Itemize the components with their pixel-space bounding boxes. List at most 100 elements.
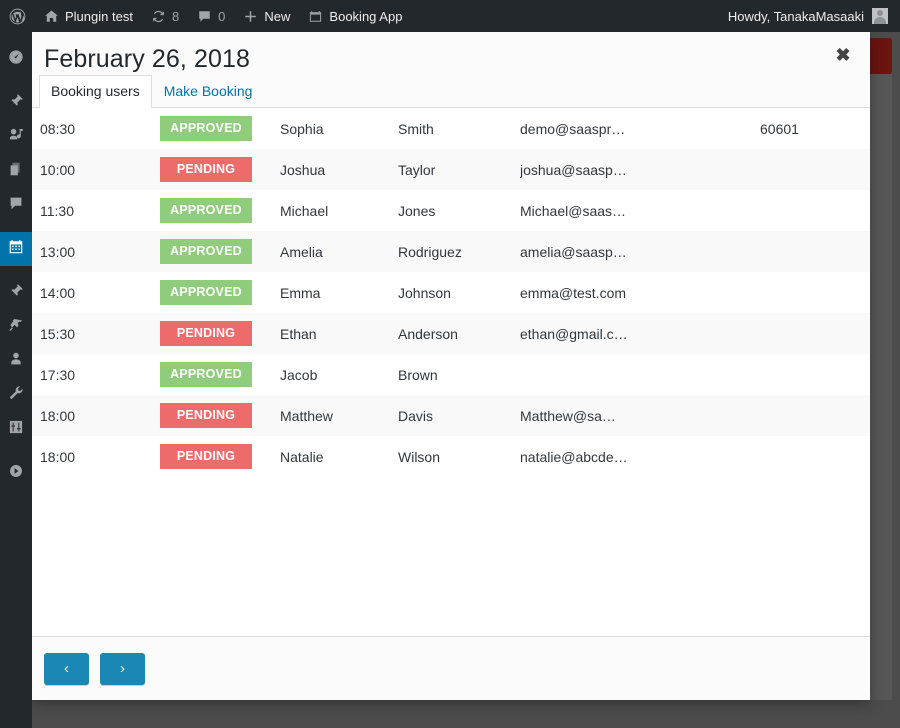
cell-zip — [760, 313, 870, 354]
table-row[interactable]: 13:00 APPROVED Amelia Rodriguez amelia@saasp… — [30, 231, 870, 272]
cell-zip: 60601 — [760, 120, 799, 137]
status-badge: APPROVED — [160, 280, 252, 305]
status-badge: APPROVED — [160, 116, 252, 141]
cell-email: joshua@saasp… — [520, 161, 627, 178]
updates-menu[interactable]: 8 — [142, 0, 188, 32]
booking-modal: February 26, 2018 ✖ Booking users Make B… — [30, 32, 870, 700]
table-row[interactable]: 18:00 PENDING Natalie Wilson natalie@abcde… — [30, 436, 870, 477]
cell-email: Michael@saas… — [520, 202, 627, 219]
updates-icon — [151, 9, 166, 24]
comments-count: 0 — [218, 8, 226, 24]
status-badge: PENDING — [160, 403, 252, 428]
cell-zip — [760, 395, 870, 436]
cell-time: 08:30 — [40, 120, 76, 137]
cell-email: ethan@gmail.c… — [520, 325, 628, 342]
plus-icon — [243, 9, 258, 24]
cell-last-name: Rodriguez — [398, 243, 462, 260]
calendar-icon — [308, 9, 323, 24]
cell-status: APPROVED — [160, 231, 280, 272]
cell-last-name: Brown — [398, 366, 438, 383]
close-icon[interactable]: ✖ — [831, 43, 855, 67]
cell-zip — [760, 272, 870, 313]
cell-time: 15:30 — [40, 325, 76, 342]
table-row[interactable]: 14:00 APPROVED Emma Johnson emma@test.com — [30, 272, 870, 313]
modal-footer: ‹ › — [30, 636, 870, 700]
wordpress-logo-icon — [9, 8, 26, 25]
cell-status: PENDING — [160, 436, 280, 477]
cell-last-name: Taylor — [398, 161, 436, 178]
settings-sliders-icon — [7, 418, 25, 441]
cell-time: 18:00 — [40, 407, 76, 424]
comments-menu[interactable]: 0 — [188, 0, 234, 32]
status-badge: PENDING — [160, 321, 252, 346]
status-badge: PENDING — [160, 444, 252, 469]
cell-first-name: Jacob — [280, 366, 318, 383]
table-row[interactable]: 11:30 APPROVED Michael Jones Michael@saas… — [30, 190, 870, 231]
sidebar-item-tools[interactable] — [0, 378, 32, 412]
cell-last-name: Smith — [398, 120, 434, 137]
status-badge: PENDING — [160, 157, 252, 182]
cell-status: PENDING — [160, 149, 280, 190]
appearance-brush-icon — [7, 282, 25, 305]
sidebar-item-media[interactable] — [0, 120, 32, 154]
site-name-menu[interactable]: Plungin test — [35, 0, 142, 32]
cell-status: PENDING — [160, 313, 280, 354]
cell-status: APPROVED — [160, 190, 280, 231]
cell-status: APPROVED — [160, 354, 280, 395]
next-day-button[interactable]: › — [100, 652, 145, 685]
users-icon — [7, 350, 25, 373]
previous-day-button[interactable]: ‹ — [44, 652, 89, 685]
table-row[interactable]: 15:30 PENDING Ethan Anderson ethan@gmail.c… — [30, 313, 870, 354]
tab-booking-users[interactable]: Booking users — [39, 75, 152, 109]
plugins-plug-icon — [7, 316, 25, 339]
tools-wrench-icon — [7, 384, 25, 407]
table-body: 08:30 APPROVED Sophia Smith demo@saaspr… 6060… — [30, 108, 870, 477]
site-name-label: Plungin test — [65, 8, 133, 24]
sidebar-item-dashboard[interactable] — [0, 42, 32, 76]
cell-time: 11:30 — [40, 202, 74, 219]
page-backdrop: Plungin test 8 0 New Booking App Howdy, … — [0, 0, 900, 728]
cell-last-name: Davis — [398, 407, 434, 424]
table-row[interactable]: 17:30 APPROVED Jacob Brown — [30, 354, 870, 395]
table-row[interactable]: 08:30 APPROVED Sophia Smith demo@saaspr… 6060… — [30, 108, 870, 149]
comments-icon — [197, 9, 212, 24]
booking-users-table: 08:30 APPROVED Sophia Smith demo@saaspr… 6060… — [30, 108, 870, 477]
new-content-label: New — [264, 8, 291, 24]
cell-last-name: Anderson — [398, 325, 458, 342]
sidebar-item-users[interactable] — [0, 344, 32, 378]
cell-first-name: Joshua — [280, 161, 326, 178]
account-menu[interactable]: Howdy, TanakaMasaaki — [728, 8, 900, 24]
tab-make-booking[interactable]: Make Booking — [152, 75, 265, 108]
cell-time: 13:00 — [40, 243, 76, 260]
home-icon — [44, 9, 59, 24]
cell-status: PENDING — [160, 395, 280, 436]
sidebar-item-posts[interactable] — [0, 86, 32, 120]
table-row[interactable]: 18:00 PENDING Matthew Davis Matthew@sa… — [30, 395, 870, 436]
account-greeting: Howdy, TanakaMasaaki — [727, 8, 864, 24]
cell-first-name: Natalie — [280, 448, 324, 465]
sidebar-item-pages[interactable] — [0, 154, 32, 188]
status-badge: APPROVED — [160, 362, 252, 387]
booking-app-menu[interactable]: Booking App — [299, 0, 411, 32]
sidebar-item-appearance[interactable] — [0, 276, 32, 310]
collapse-play-icon — [7, 462, 25, 485]
wordpress-logo-menu[interactable] — [0, 0, 35, 32]
cell-first-name: Emma — [280, 284, 321, 301]
new-content-menu[interactable]: New — [234, 0, 299, 32]
table-row[interactable]: 10:00 PENDING Joshua Taylor joshua@saasp… — [30, 149, 870, 190]
cell-last-name: Wilson — [398, 448, 441, 465]
sidebar-item-comments[interactable] — [0, 188, 32, 222]
sidebar-item-plugins[interactable] — [0, 310, 32, 344]
sidebar-collapse-button[interactable] — [0, 456, 32, 490]
sidebar-item-booking-app[interactable] — [0, 232, 32, 266]
cell-status: APPROVED — [160, 108, 280, 149]
cell-time: 10:00 — [40, 161, 76, 178]
page-title: February 26, 2018 — [44, 45, 250, 73]
sidebar-item-settings[interactable] — [0, 412, 32, 446]
cell-time: 14:00 — [40, 284, 76, 301]
cell-first-name: Michael — [280, 202, 329, 219]
